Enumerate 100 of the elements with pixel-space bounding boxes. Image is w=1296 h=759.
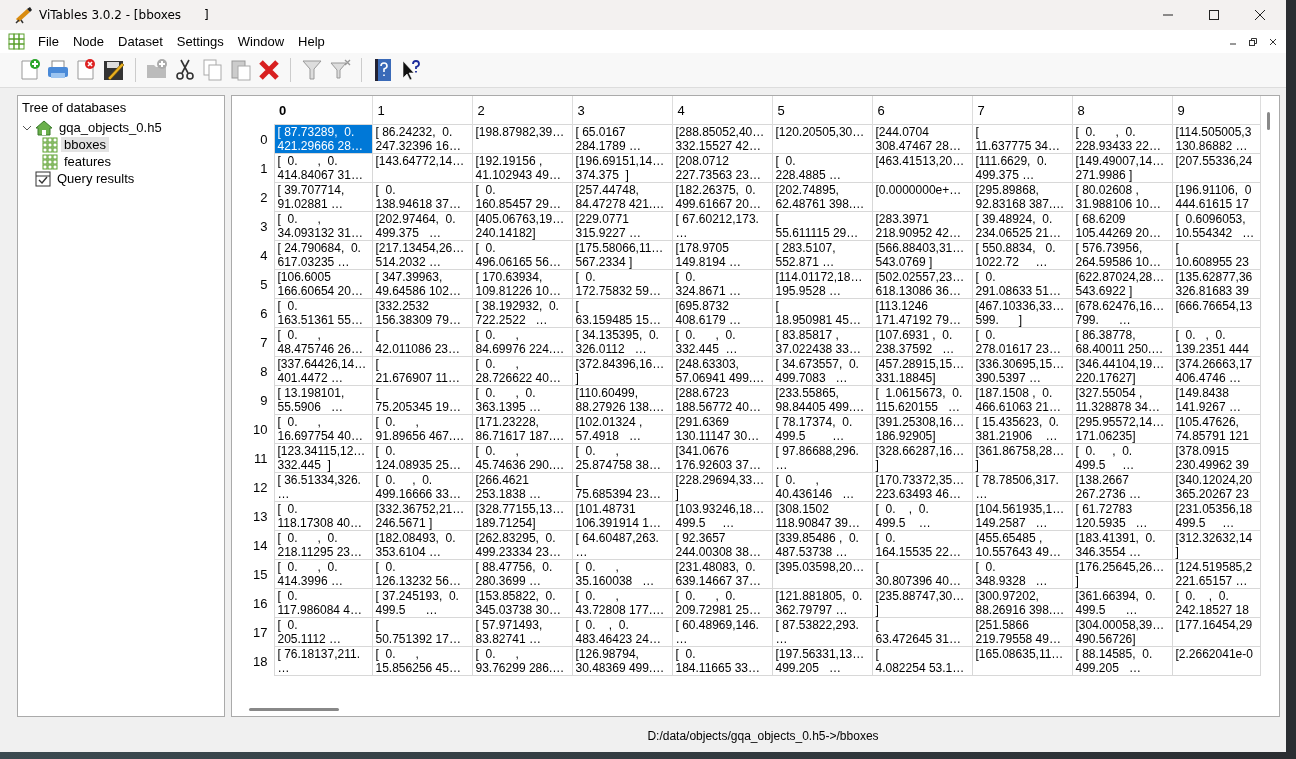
column-header[interactable]: 3 — [572, 96, 672, 125]
table-cell[interactable]: [102.01324 , 57.4918 … — [572, 414, 672, 444]
table-cell[interactable]: [ 86.38778, 68.40011 250.… — [1072, 327, 1172, 357]
table-cell[interactable]: [ 21.676907 11… — [372, 356, 472, 386]
table-cell[interactable]: [405.06763,19… 240.14182] — [472, 211, 572, 241]
table-cell[interactable]: [149.8438 141.9267 … — [1172, 385, 1260, 415]
table-cell[interactable]: [229.0771 315.9227 … — [572, 211, 672, 241]
table-cell[interactable]: [361.86758,28… ] — [972, 443, 1072, 473]
table-cell[interactable]: [ 0. , 0. 414.84067 31… — [274, 153, 372, 183]
row-header[interactable]: 15 — [232, 559, 274, 589]
table-cell[interactable]: [ 86.24232, 0. 247.32396 16… — [372, 124, 472, 154]
paste-icon[interactable] — [229, 58, 253, 82]
row-header[interactable]: 6 — [232, 298, 274, 328]
table-cell[interactable]: [ 0. , 28.726622 40… — [472, 356, 572, 386]
table-cell[interactable]: [ 0. 496.06165 56… — [472, 240, 572, 270]
table-cell[interactable]: [ 87.73289, 0. 421.29666 28… — [274, 124, 372, 154]
table-cell[interactable]: [327.55054 , 11.328878 34… — [1072, 385, 1172, 415]
table-cell[interactable]: [395.03598,20… — [772, 559, 872, 589]
table-cell[interactable]: [ 55.611115 29… — [772, 211, 872, 241]
row-header[interactable]: 16 — [232, 588, 274, 618]
row-header[interactable]: 5 — [232, 269, 274, 299]
table-cell[interactable]: [231.48083, 0. 639.14667 37… — [672, 559, 772, 589]
table-cell[interactable]: [ 0. 172.75832 59… — [572, 269, 672, 299]
table-cell[interactable]: [463.41513,20… — [872, 153, 972, 183]
table-cell[interactable]: [ 24.790684, 0. 617.03235 … — [274, 240, 372, 270]
filter-icon[interactable] — [300, 58, 324, 82]
table-cell[interactable]: [ 0.6096053, 10.554342 … — [1172, 211, 1260, 241]
row-header[interactable]: 9 — [232, 385, 274, 415]
table-cell[interactable]: [177.16454,29 — [1172, 617, 1260, 647]
table-cell[interactable]: [121.881805, 0. 362.79797 … — [772, 588, 872, 618]
table-cell[interactable]: [ 0. , 0. 228.93433 22… — [1072, 124, 1172, 154]
table-cell[interactable]: [257.44748, 84.47278 421.… — [572, 182, 672, 212]
column-header[interactable]: 4 — [672, 96, 772, 125]
table-cell[interactable]: [455.65485 , 10.557643 49… — [972, 530, 1072, 560]
table-cell[interactable]: [217.13454,26… 514.2032 … — [372, 240, 472, 270]
table-cell[interactable]: [ 0. , 0. 499.5 … — [1072, 443, 1172, 473]
table-cell[interactable]: [ 0. , 0. 363.1395 … — [472, 385, 572, 415]
table-cell[interactable]: [262.83295, 0. 499.23334 23… — [472, 530, 572, 560]
table-cell[interactable]: [ 65.0167 284.1789 … — [572, 124, 672, 154]
table-cell[interactable]: [ 0. , 0. 499.5 … — [872, 501, 972, 531]
table-cell[interactable]: [ 18.950981 45… — [772, 298, 872, 328]
table-cell[interactable]: [ 0. , 0. 332.445 … — [672, 327, 772, 357]
table-cell[interactable]: [192.19156 , 41.102943 49… — [472, 153, 572, 183]
table-cell[interactable]: [ 0. , 84.69976 224.… — [472, 327, 572, 357]
table-cell[interactable]: [126.98794, 30.48369 499.… — [572, 646, 672, 676]
table-cell[interactable]: [341.0676 176.92603 37… — [672, 443, 772, 473]
table-cell[interactable]: [ 68.6209 105.44269 20… — [1072, 211, 1172, 241]
table-cell[interactable]: [182.08493, 0. 353.6104 … — [372, 530, 472, 560]
table-cell[interactable]: [104.561935,1… 149.2587 … — [972, 501, 1072, 531]
row-header[interactable]: 14 — [232, 530, 274, 560]
table-cell[interactable]: [103.93246,18… 499.5 … — [672, 501, 772, 531]
table-cell[interactable]: [283.3971 218.90952 42… — [872, 211, 972, 241]
table-cell[interactable]: [ 38.192932, 0. 722.2522 … — [472, 298, 572, 328]
table-cell[interactable]: [622.87024,28… 543.6922 ] — [1072, 269, 1172, 299]
table-cell[interactable]: [197.56331,13… 499.205 … — [772, 646, 872, 676]
table-cell[interactable]: [372.84396,16… ] — [572, 356, 672, 386]
table-cell[interactable]: [336.30695,15… 390.5397 … — [972, 356, 1072, 386]
table-cell[interactable]: [114.01172,18… 195.9528 … — [772, 269, 872, 299]
table-cell[interactable]: [0.0000000e+… — [872, 182, 972, 212]
row-header[interactable]: 3 — [232, 211, 274, 241]
table-cell[interactable]: [ 347.39963, 49.64586 102… — [372, 269, 472, 299]
menu-item[interactable]: Dataset — [118, 34, 163, 49]
table-cell[interactable]: [ 61.72783 120.5935 … — [1072, 501, 1172, 531]
table-cell[interactable]: [ 15.435623, 0. 381.21906 … — [972, 414, 1072, 444]
row-header[interactable]: 18 — [232, 646, 274, 676]
table-cell[interactable]: [ 0. 118.17308 40… — [274, 501, 372, 531]
table-cell[interactable]: [231.05356,18 499.5 … — [1172, 501, 1260, 531]
table-cell[interactable]: [202.74895, 62.48761 398.… — [772, 182, 872, 212]
close-file-icon[interactable] — [74, 58, 98, 82]
table-cell[interactable]: [ 87.53822,293. … — [772, 617, 872, 647]
table-cell[interactable]: [ 550.8834, 0. 1022.72 … — [972, 240, 1072, 270]
table-cell[interactable]: [ 88.47756, 0. 280.3699 … — [472, 559, 572, 589]
table-cell[interactable]: [244.0704 308.47467 28… — [872, 124, 972, 154]
table-cell[interactable]: [107.6931 , 0. 238.37592 … — [872, 327, 972, 357]
table-cell[interactable]: [120.20505,30… — [772, 124, 872, 154]
table-cell[interactable]: [ 0. , 0. 414.3996 … — [274, 559, 372, 589]
table-cell[interactable]: [ 13.198101, 55.5906 … — [274, 385, 372, 415]
table-cell[interactable]: [332.36752,21… 246.5671 ] — [372, 501, 472, 531]
table-cell[interactable]: [ 75.205345 19… — [372, 385, 472, 415]
table-cell[interactable]: [101.48731 106.391914 1… — [572, 501, 672, 531]
table-cell[interactable]: [248.63303, 57.06941 499.… — [672, 356, 772, 386]
table-cell[interactable]: [467.10336,33… 599. ] — [972, 298, 1072, 328]
table-cell[interactable]: [ 67.60212,173. … — [672, 211, 772, 241]
table-cell[interactable]: [153.85822, 0. 345.03738 30… — [472, 588, 572, 618]
row-header[interactable]: 17 — [232, 617, 274, 647]
table-cell[interactable]: [ 0. , 93.76299 286.… — [472, 646, 572, 676]
table-cell[interactable]: [ 92.3657 244.00308 38… — [672, 530, 772, 560]
table-cell[interactable]: [208.0712 227.73563 23… — [672, 153, 772, 183]
table-cell[interactable]: [ 170.63934, 109.81226 10… — [472, 269, 572, 299]
grid-icon[interactable] — [8, 32, 26, 51]
table-cell[interactable]: [ 0. , 48.475746 26… — [274, 327, 372, 357]
table-cell[interactable]: [ 34.135395, 0. 326.0112 … — [572, 327, 672, 357]
table-cell[interactable]: [196.91106, 0 444.61615 17 — [1172, 182, 1260, 212]
table-cell[interactable]: [ 283.5107, 552.871 … — [772, 240, 872, 270]
table-cell[interactable]: [ 0. 291.08633 51… — [972, 269, 1072, 299]
table-cell[interactable]: [165.08635,11… — [972, 646, 1072, 676]
table-cell[interactable]: [288.6723 188.56772 40… — [672, 385, 772, 415]
table-cell[interactable]: [ 0. 117.986084 4… — [274, 588, 372, 618]
column-header[interactable]: 9 — [1172, 96, 1260, 125]
table-cell[interactable]: [678.62476,16… 799. … — [1072, 298, 1172, 328]
